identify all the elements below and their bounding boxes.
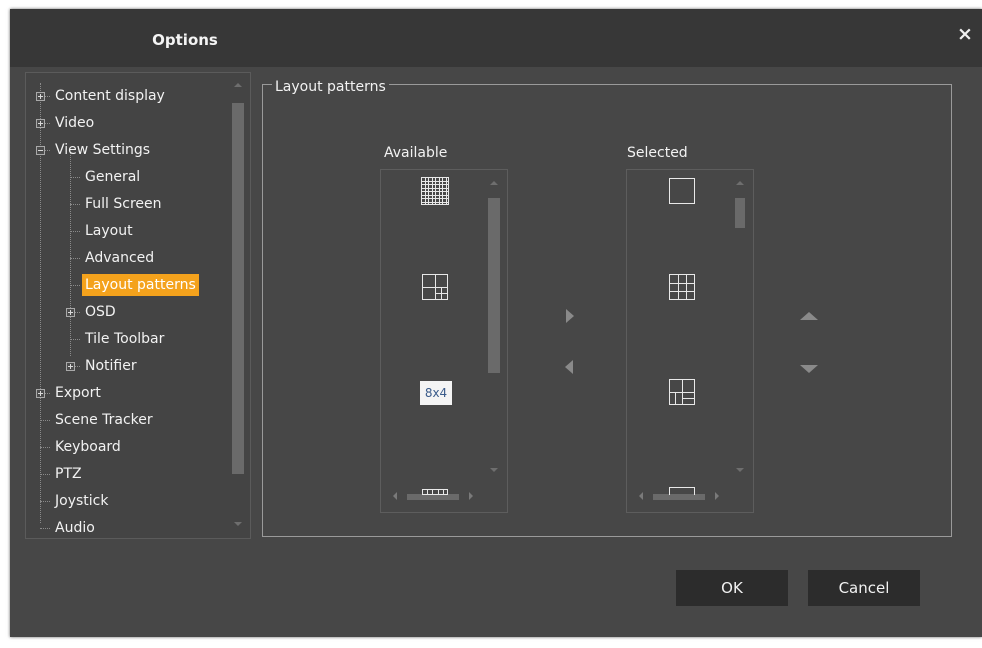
partial-layout-icon[interactable]: [669, 480, 695, 499]
layout-patterns-group: [262, 84, 952, 537]
tree-item[interactable]: Audio: [52, 517, 98, 538]
grid-strip-layout-icon[interactable]: [422, 480, 448, 499]
tree-scroll-up-icon[interactable]: [234, 83, 242, 87]
grid-8x8-layout-icon[interactable]: [421, 177, 449, 209]
collapse-icon[interactable]: [36, 146, 45, 155]
tree-connector: [40, 474, 50, 475]
tree-scrollbar[interactable]: [231, 79, 245, 534]
available-scroll-right-icon[interactable]: [469, 492, 473, 500]
tree-connector: [40, 447, 50, 448]
expand-icon[interactable]: [66, 308, 75, 317]
tree-item[interactable]: Advanced: [82, 247, 157, 269]
tree-item[interactable]: Layout: [82, 220, 136, 242]
tree-item[interactable]: Joystick: [52, 490, 111, 512]
selected-scroll-right-icon[interactable]: [715, 492, 719, 500]
tree-item[interactable]: General: [82, 166, 143, 188]
tree-item[interactable]: Layout patterns: [82, 274, 199, 296]
available-scroll-up-icon[interactable]: [490, 181, 498, 185]
tree-guide-line: [70, 153, 71, 356]
arrow-right-icon[interactable]: [566, 309, 574, 323]
cancel-button[interactable]: Cancel: [808, 570, 920, 606]
arrow-left-icon[interactable]: [565, 360, 573, 374]
tree-item[interactable]: Keyboard: [52, 436, 124, 458]
tree-connector: [70, 177, 80, 178]
single-layout-icon[interactable]: [669, 178, 695, 208]
tree-connector: [70, 285, 80, 286]
expand-icon[interactable]: [36, 119, 45, 128]
available-scroll-left-icon[interactable]: [393, 492, 397, 500]
tree-item[interactable]: Full Screen: [82, 193, 165, 215]
tree-item[interactable]: View Settings: [52, 139, 153, 161]
pattern-text: 8x4: [420, 381, 452, 405]
tree-item[interactable]: Tile Toolbar: [82, 328, 167, 350]
selected-scroll-up-icon[interactable]: [736, 181, 744, 185]
expand-icon[interactable]: [36, 389, 45, 398]
title-bar: Options ×: [10, 9, 982, 67]
tree-item[interactable]: Content display: [52, 85, 168, 107]
close-icon[interactable]: ×: [954, 23, 976, 45]
tree-item[interactable]: Scene Tracker: [52, 409, 156, 431]
selected-scroll-down-icon[interactable]: [736, 468, 744, 472]
expand-icon[interactable]: [66, 362, 75, 371]
layout-patterns-group-label: Layout patterns: [272, 79, 389, 95]
selected-scrollbar[interactable]: [731, 174, 749, 484]
selected-scroll-thumb[interactable]: [735, 198, 745, 228]
grid-3x3-layout-icon[interactable]: [669, 274, 695, 304]
options-tree[interactable]: Content display Video View Settings General…: [25, 72, 251, 539]
tree-item[interactable]: Notifier: [82, 355, 140, 377]
available-scroll-thumb[interactable]: [488, 198, 500, 373]
selected-label: Selected: [627, 145, 688, 161]
tree-scroll-thumb[interactable]: [232, 103, 244, 474]
tree-item[interactable]: Export: [52, 382, 104, 404]
available-scroll-down-icon[interactable]: [490, 468, 498, 472]
available-scrollbar[interactable]: [485, 174, 503, 484]
tree-connector: [70, 204, 80, 205]
arrow-up-icon[interactable]: [800, 312, 818, 320]
dialog-title: Options: [152, 31, 218, 49]
tree-item[interactable]: PTZ: [52, 463, 85, 485]
grid-4-with-sub-layout-icon[interactable]: [422, 274, 448, 304]
selected-scroll-left-icon[interactable]: [639, 492, 643, 500]
arrow-down-icon[interactable]: [800, 365, 818, 373]
tree-scroll-down-icon[interactable]: [234, 522, 242, 526]
tree-item[interactable]: Video: [52, 112, 97, 134]
selected-list[interactable]: [626, 169, 754, 513]
available-label: Available: [384, 145, 448, 161]
tree-connector: [70, 231, 80, 232]
tree-connector: [40, 528, 50, 529]
grid-8x4-layout-icon[interactable]: 8x4: [420, 381, 452, 405]
tree-item[interactable]: OSD: [82, 301, 119, 323]
tree-connector: [70, 339, 80, 340]
tree-connector: [70, 258, 80, 259]
tree-connector: [40, 501, 50, 502]
grid-1-plus-sub-layout-icon[interactable]: [669, 379, 695, 409]
expand-icon[interactable]: [36, 92, 45, 101]
tree-connector: [40, 420, 50, 421]
available-list[interactable]: 8x4: [380, 169, 508, 513]
ok-button[interactable]: OK: [676, 570, 788, 606]
